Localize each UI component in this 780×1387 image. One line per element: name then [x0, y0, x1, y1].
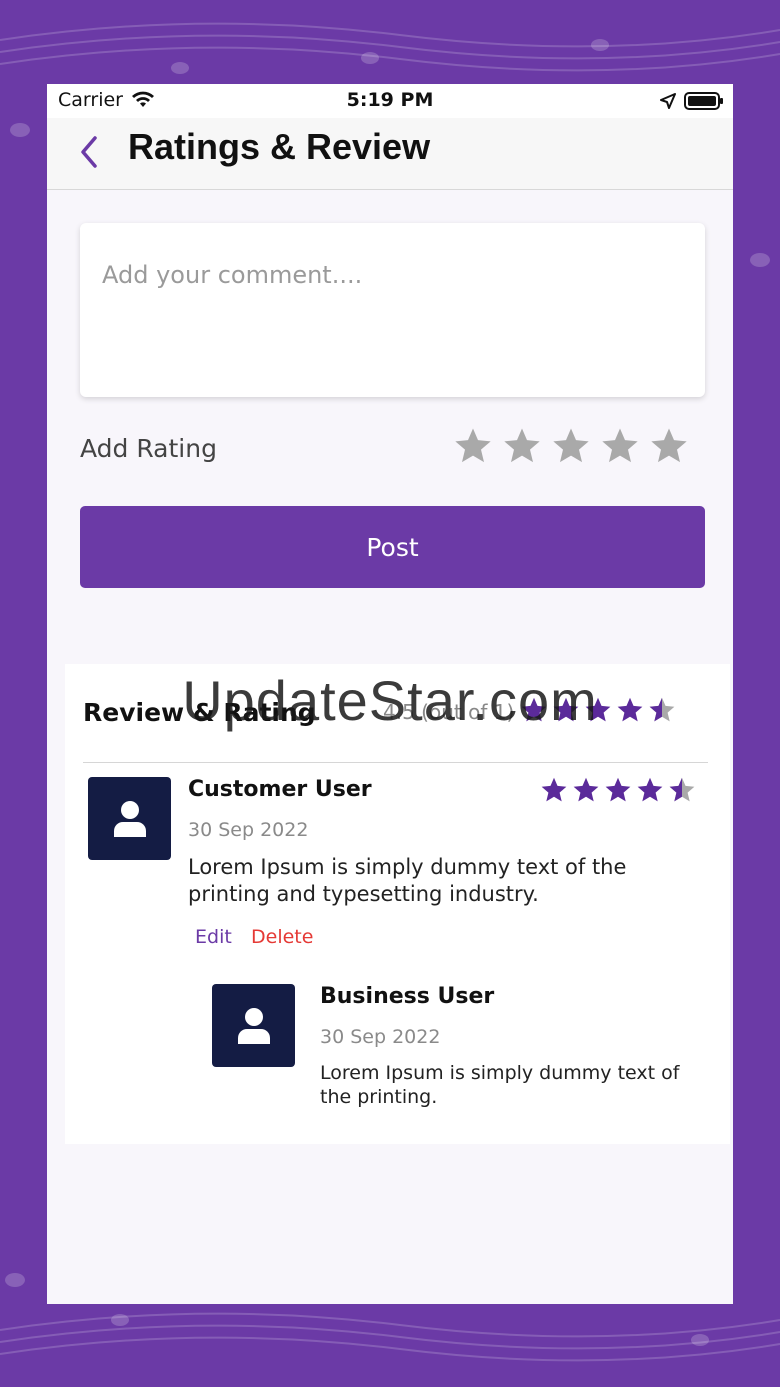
star-icon[interactable]: [502, 426, 542, 466]
star-icon[interactable]: [453, 426, 493, 466]
rating-star-picker[interactable]: [453, 426, 698, 470]
review-text-line1: Lorem Ipsum is simply dummy text of the: [188, 855, 627, 879]
app-screen: Carrier 5:19 PM Ratings & Review Add Rat…: [47, 84, 733, 1304]
business-avatar: [212, 984, 295, 1067]
star-filled-icon: [540, 776, 568, 804]
battery-icon: [684, 92, 724, 115]
status-bar: Carrier 5:19 PM: [47, 84, 733, 118]
reply-author-name: Business User: [320, 984, 495, 1009]
average-rating-text: 4.5 (out of 1): [383, 700, 515, 724]
star-filled-icon: [604, 776, 632, 804]
star-filled-icon: [584, 696, 612, 724]
review-text-line2: printing and typesetting industry.: [188, 882, 539, 906]
star-icon[interactable]: [551, 426, 591, 466]
star-filled-icon: [616, 696, 644, 724]
star-filled-icon: [552, 696, 580, 724]
reviews-section-title: Review & Rating: [83, 698, 316, 727]
location-icon: [660, 92, 676, 114]
reviews-card: Review & Rating 4.5 (out of 1) Customer …: [65, 664, 730, 1144]
reply-text-line1: Lorem Ipsum is simply dummy text of: [320, 1062, 680, 1084]
reviewer-rating-stars: [540, 776, 700, 808]
status-time: 5:19 PM: [346, 89, 434, 111]
divider: [83, 762, 708, 763]
comment-input[interactable]: [80, 223, 705, 397]
user-icon: [238, 1008, 270, 1044]
star-icon[interactable]: [600, 426, 640, 466]
star-filled-icon: [636, 776, 664, 804]
reply-date: 30 Sep 2022: [320, 1026, 441, 1048]
add-rating-label: Add Rating: [80, 434, 217, 463]
star-half-icon: [668, 776, 696, 804]
post-button[interactable]: Post: [80, 506, 705, 588]
average-rating-stars: [520, 696, 680, 728]
star-filled-icon: [572, 776, 600, 804]
star-icon[interactable]: [649, 426, 689, 466]
page-title: Ratings & Review: [128, 126, 431, 167]
reply-text-line2: the printing.: [320, 1086, 438, 1108]
review-date: 30 Sep 2022: [188, 819, 309, 841]
user-icon: [114, 801, 146, 837]
delete-review-link[interactable]: Delete: [251, 926, 313, 948]
back-chevron-icon[interactable]: [77, 134, 101, 170]
star-half-icon: [648, 696, 676, 724]
star-filled-icon: [520, 696, 548, 724]
customer-avatar: [88, 777, 171, 860]
navigation-bar: Ratings & Review: [47, 118, 733, 190]
edit-review-link[interactable]: Edit: [195, 926, 232, 948]
reviewer-name: Customer User: [188, 777, 372, 802]
